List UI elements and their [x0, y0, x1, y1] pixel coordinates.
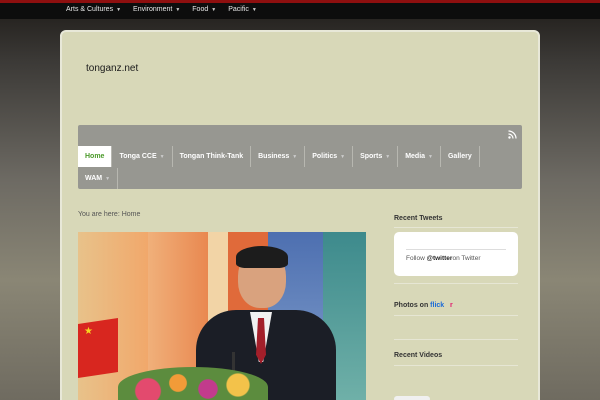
nav-item-tonga-cce[interactable]: Tonga CCE ▼: [112, 146, 173, 167]
breadcrumb: You are here: Home: [78, 211, 141, 218]
chevron-down-icon: ▼: [159, 153, 165, 160]
top-nav-food[interactable]: Food ▼: [186, 3, 222, 16]
flickr-logo: flick: [430, 302, 445, 309]
main-nav-row-2: WAM ▼: [78, 168, 119, 189]
tweets-widget: [394, 232, 518, 276]
main-nav-row-1: Home Tonga CCE ▼ Tongan Think-Tank Busine…: [78, 146, 480, 167]
chevron-down-icon: ▼: [428, 153, 433, 160]
chevron-down-icon: ▼: [340, 153, 346, 160]
recent-videos-title: Recent Videos: [394, 352, 443, 359]
top-nav-environment[interactable]: Environment ▼: [127, 3, 186, 16]
video-button[interactable]: [394, 396, 430, 400]
person-hair: [236, 246, 288, 268]
nav-item-media[interactable]: Media ▼: [398, 146, 441, 167]
chevron-down-icon: ▼: [116, 6, 122, 13]
chevron-down-icon: ▼: [211, 6, 217, 13]
nav-item-tongan-think-tank[interactable]: Tongan Think-Tank: [173, 146, 252, 167]
chevron-down-icon: ▼: [251, 6, 257, 13]
divider: [394, 227, 518, 228]
divider: [394, 365, 518, 366]
chevron-down-icon: ▼: [175, 6, 181, 13]
divider: [394, 315, 518, 316]
top-nav-pacific[interactable]: Pacific ▼: [222, 3, 263, 16]
nav-item-business[interactable]: Business ▼: [251, 146, 306, 167]
site-title[interactable]: tonganz.net: [86, 63, 138, 74]
chevron-down-icon: ▼: [105, 175, 111, 182]
nav-item-politics[interactable]: Politics ▼: [305, 146, 354, 167]
nav-item-gallery[interactable]: Gallery: [441, 146, 480, 167]
breadcrumb-home[interactable]: Home: [122, 211, 141, 218]
photos-title: Photos on flick r: [394, 302, 453, 309]
top-nav-arts-cultures[interactable]: Arts & Cultures ▼: [60, 3, 127, 16]
top-nav: Arts & Cultures ▼ Environment ▼ Food ▼ Paci…: [60, 3, 263, 16]
star-icon: ★: [84, 326, 93, 337]
nav-item-wam[interactable]: WAM ▼: [78, 168, 119, 189]
chevron-down-icon: ▼: [292, 153, 298, 160]
follow-twitter-link[interactable]: Follow @twitteron Twitter: [406, 255, 481, 262]
divider: [406, 249, 506, 250]
nav-item-home[interactable]: Home: [78, 146, 113, 167]
rss-icon[interactable]: [508, 130, 517, 139]
flower-arrangement: [118, 367, 268, 400]
divider: [394, 283, 518, 284]
featured-image[interactable]: ★: [78, 232, 366, 400]
nav-item-sports[interactable]: Sports ▼: [353, 146, 399, 167]
divider: [394, 339, 518, 340]
recent-tweets-title: Recent Tweets: [394, 215, 443, 222]
chevron-down-icon: ▼: [385, 153, 391, 160]
